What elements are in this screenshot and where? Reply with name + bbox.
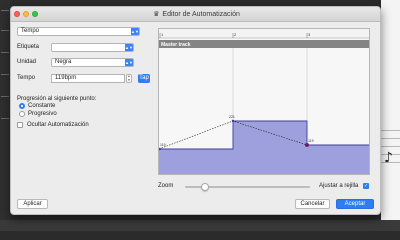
background-left-toolbar [0, 0, 10, 231]
hide-automation-checkbox[interactable] [17, 122, 23, 128]
point-value-label: 221 [229, 115, 235, 119]
tempo-value: 119bpm [55, 75, 77, 81]
staff-line [381, 146, 400, 147]
apply-label: Aplicar [23, 201, 42, 207]
staff-line [381, 130, 400, 131]
master-track-bar [159, 40, 369, 48]
etiqueta-label: Etiqueta [17, 44, 40, 50]
automation-editor-dialog: ♛ Editor de Automatización Tempo ▲▼ Etiqu… [10, 6, 381, 215]
select-arrows-icon: ▲▼ [131, 28, 139, 35]
point-value-label: 119 [160, 143, 166, 147]
background-bottom-bar [0, 220, 400, 231]
music-note-icon: ♪ [384, 150, 393, 166]
hide-automation-label: Ocultar Automatización [27, 122, 89, 128]
zoom-slider-knob[interactable] [201, 183, 209, 191]
tempo-label: Tempo [17, 75, 36, 81]
unidad-select[interactable]: Negra ▲▼ [51, 58, 134, 67]
tempo-stepper[interactable]: ▲ ▼ [126, 74, 132, 83]
unidad-label: Unidad [17, 59, 37, 65]
automation-point[interactable] [231, 119, 235, 123]
cancel-button[interactable]: Cancelar [295, 199, 330, 209]
constante-radio[interactable] [19, 103, 25, 109]
automation-point-selected[interactable] [305, 143, 309, 147]
tempo-input[interactable]: 119bpm [51, 74, 125, 83]
tap-button[interactable]: Tap [138, 74, 150, 83]
tap-label: Tap [139, 75, 149, 81]
ok-label: Aceptar [344, 201, 366, 207]
select-arrows-icon: ▲▼ [125, 44, 133, 51]
progression-heading: Progresión al siguiente punto: [17, 96, 97, 102]
select-arrows-icon: ▲▼ [125, 59, 133, 66]
window-title: ♛ Editor de Automatización [11, 10, 380, 18]
master-track-label: Master track [161, 42, 191, 48]
unidad-value: Negra [55, 59, 72, 65]
automation-graph[interactable]: 1 2 3 Master track 119 221 119 [158, 28, 370, 175]
cancel-label: Cancelar [300, 201, 325, 207]
toolbar-mark [1, 74, 9, 75]
title-bar: ♛ Editor de Automatización [11, 7, 380, 22]
zoom-label: Zoom [158, 183, 174, 189]
toolbar-mark [1, 30, 9, 31]
window-title-text: Editor de Automatización [162, 11, 240, 18]
constante-label: Constante [28, 103, 56, 109]
automation-type-value: Tempo [21, 28, 40, 34]
staff-line [381, 138, 400, 139]
toolbar-mark [1, 10, 9, 11]
etiqueta-select[interactable]: ▲▼ [51, 43, 134, 52]
toolbar-mark [1, 96, 9, 97]
point-value-label: 119 [308, 139, 314, 143]
progresivo-label: Progresivo [28, 111, 57, 117]
toolbar-mark [1, 52, 9, 53]
snap-to-grid-label: Ajustar a rejilla [319, 183, 359, 189]
app-icon: ♛ [153, 11, 160, 18]
automation-graph-canvas[interactable]: 1 2 3 Master track 119 221 119 [159, 29, 369, 174]
toolbar-mark [1, 118, 9, 119]
automation-type-select[interactable]: Tempo ▲▼ [17, 27, 140, 36]
ruler-bar [159, 29, 369, 38]
automation-fill [159, 121, 369, 174]
ok-button[interactable]: Aceptar [336, 199, 374, 209]
background-score: ♪ [381, 0, 400, 220]
apply-button[interactable]: Aplicar [17, 199, 48, 209]
snap-to-grid-checkbox[interactable]: ✓ [363, 183, 369, 189]
progresivo-radio[interactable] [19, 111, 25, 117]
